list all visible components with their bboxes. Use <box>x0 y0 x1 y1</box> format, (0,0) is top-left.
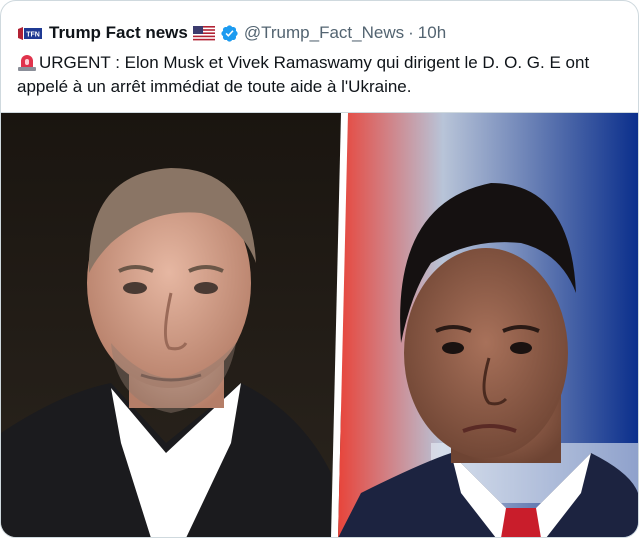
tweet-header: TFN Trump Fact news @Trump_Fact_News · 1… <box>17 22 446 44</box>
svg-text:TFN: TFN <box>26 31 40 38</box>
tweet-text-block: URGENT : Elon Musk et Vivek Ramaswamy qu… <box>17 51 622 99</box>
separator-dot: · <box>408 23 414 42</box>
display-name[interactable]: Trump Fact news <box>49 23 188 43</box>
us-flag-icon <box>192 25 215 41</box>
avatar[interactable]: TFN <box>17 25 43 41</box>
handle[interactable]: @Trump_Fact_News <box>244 23 404 43</box>
tweet-image[interactable] <box>1 112 638 537</box>
timestamp[interactable]: 10h <box>418 23 446 43</box>
tweet-card[interactable]: TFN Trump Fact news @Trump_Fact_News · 1… <box>0 0 639 538</box>
tweet-text: URGENT : Elon Musk et Vivek Ramaswamy qu… <box>17 53 590 96</box>
verified-badge-icon <box>220 24 239 43</box>
photo-right <box>338 113 638 537</box>
siren-icon <box>17 53 37 71</box>
photo-left <box>1 113 341 537</box>
